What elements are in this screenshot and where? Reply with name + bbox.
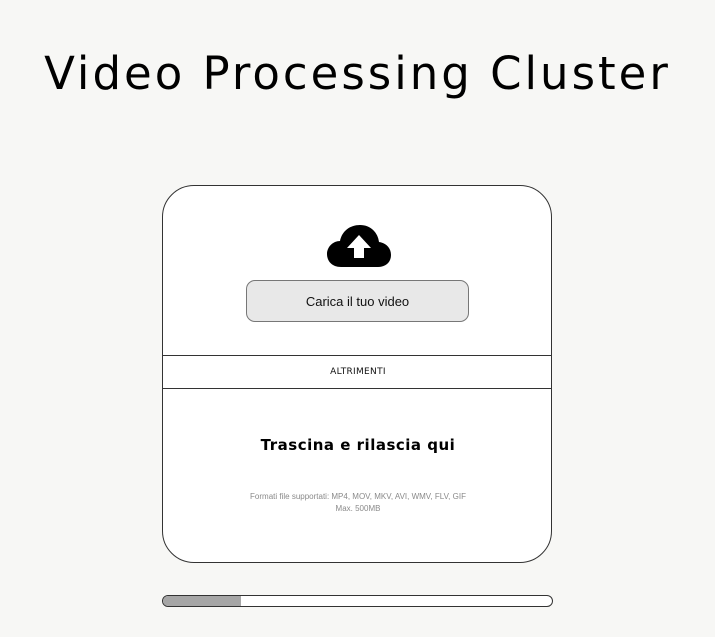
- cloud-upload-icon: [327, 224, 391, 268]
- upload-progress-bar: [162, 595, 553, 607]
- upload-card: Carica il tuo video ALTRIMENTI Trascina …: [162, 185, 552, 563]
- upload-progress-fill: [163, 596, 241, 606]
- or-divider: ALTRIMENTI: [163, 355, 551, 389]
- supported-formats: Formati file supportati: MP4, MOV, MKV, …: [163, 491, 551, 515]
- page: Video Processing Cluster Carica il tuo v…: [0, 0, 715, 637]
- upload-video-button[interactable]: Carica il tuo video: [246, 280, 469, 322]
- max-size-line: Max. 500MB: [335, 504, 381, 513]
- drop-zone-title: Trascina e rilascia qui: [260, 436, 456, 454]
- or-divider-label: ALTRIMENTI: [330, 367, 386, 377]
- supported-formats-line: Formati file supportati: MP4, MOV, MKV, …: [250, 492, 466, 501]
- drop-zone[interactable]: Trascina e rilascia qui Formati file sup…: [163, 389, 551, 562]
- page-title: Video Processing Cluster: [44, 47, 671, 100]
